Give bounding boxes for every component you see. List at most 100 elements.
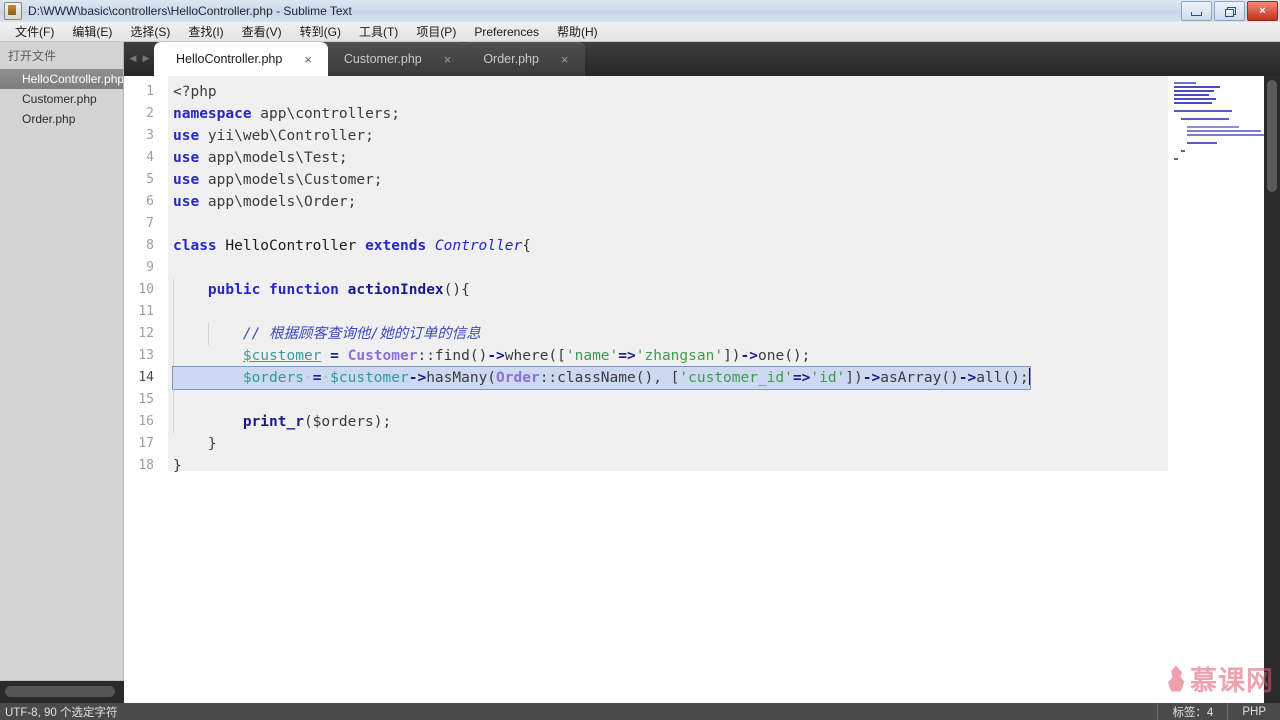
line-content: print_r($orders);	[173, 411, 391, 433]
menu-item-help[interactable]: 帮助(H)	[548, 21, 607, 42]
status-syntax[interactable]: PHP	[1227, 703, 1280, 720]
sidebar-scrollbar-thumb[interactable]	[5, 686, 115, 697]
maximize-icon	[1224, 6, 1236, 17]
menu-item-project[interactable]: 项目(P)	[407, 21, 465, 42]
text-cursor	[1028, 368, 1030, 385]
token-variable-orders: $orders	[242, 370, 304, 386]
token-class-keyword: class	[173, 238, 217, 254]
token-class-customer: Customer	[347, 348, 418, 364]
line-number: 10	[138, 282, 154, 297]
code-line: 6 use app\models\Order;	[124, 191, 1280, 213]
line-number: 14	[138, 370, 154, 385]
token-public-keyword: public	[207, 282, 261, 298]
status-tab-size[interactable]: 标签：4	[1157, 703, 1227, 720]
menu-item-view[interactable]: 查看(V)	[233, 21, 291, 42]
token-all-call: all();	[976, 370, 1029, 386]
tab-hellocontroller[interactable]: HelloController.php ×	[154, 42, 328, 76]
code-line: 12 // 根据顾客查询他/她的订单的信息	[124, 323, 1280, 345]
token-fat-arrow: =>	[618, 348, 636, 364]
tab-next-icon[interactable]: ▶	[141, 52, 151, 64]
line-number: 16	[138, 414, 154, 429]
sidebar-item-customer[interactable]: Customer.php	[0, 89, 123, 109]
token-use-keyword: use	[173, 172, 200, 188]
sidebar-item-order[interactable]: Order.php	[0, 109, 123, 129]
line-number: 3	[146, 128, 154, 143]
token-extends-keyword: extends	[365, 238, 427, 254]
line-number: 18	[138, 458, 154, 473]
code-editor[interactable]: 1 <?php 2 namespace app\controllers; 3 u…	[124, 76, 1280, 703]
code-line: 4 use app\models\Test;	[124, 147, 1280, 169]
status-encoding-selection: UTF-8, 90 个选定字符	[5, 706, 118, 719]
flame-icon	[1168, 665, 1185, 692]
line-number: 1	[146, 84, 154, 99]
line-content: $customer = Customer::find()->where(['na…	[173, 345, 811, 367]
tab-prev-icon[interactable]: ◀	[128, 52, 138, 64]
token-brace-close-inner: }	[207, 436, 217, 452]
code-line-selected: 14 $orders·=·$customer->hasMany(Order::c…	[124, 367, 1280, 389]
tab-label: Customer.php	[343, 52, 422, 66]
token-string-id: 'id'	[810, 370, 846, 386]
minimap[interactable]	[1168, 76, 1264, 703]
token-class-order: Order	[496, 370, 540, 386]
token-close-hasmany: ])	[845, 370, 863, 386]
line-number: 17	[138, 436, 154, 451]
token-string-customer-id: 'customer_id'	[679, 370, 793, 386]
token-use-keyword: use	[173, 128, 200, 144]
tab-close-icon[interactable]: ×	[444, 53, 452, 66]
menu-item-tools[interactable]: 工具(T)	[350, 21, 407, 42]
sidebar-horizontal-scrollbar[interactable]	[0, 680, 124, 703]
token-print-r: print_r	[242, 414, 304, 430]
status-right-group: 标签：4 PHP	[1157, 703, 1280, 720]
maximize-button[interactable]	[1214, 1, 1245, 21]
tab-order[interactable]: Order.php ×	[461, 42, 585, 76]
line-content: use yii\web\Controller;	[173, 125, 374, 147]
menu-item-goto[interactable]: 转到(G)	[291, 21, 350, 42]
tab-list: HelloController.php × Customer.php × Ord…	[154, 42, 585, 76]
line-number: 11	[138, 304, 154, 319]
line-number: 13	[138, 348, 154, 363]
line-content: // 根据顾客查询他/她的订单的信息	[173, 323, 481, 345]
close-button[interactable]: ×	[1247, 1, 1278, 21]
minimize-button[interactable]	[1181, 1, 1212, 21]
tab-label: Order.php	[483, 52, 539, 66]
token-print-r-args: ($orders);	[303, 414, 392, 430]
window-title: D:\WWW\basic\controllers\HelloController…	[28, 4, 352, 18]
tab-label: HelloController.php	[176, 52, 283, 66]
menu-item-selection[interactable]: 选择(S)	[121, 21, 179, 42]
tab-customer[interactable]: Customer.php ×	[321, 42, 468, 76]
token-brace-open: {	[522, 238, 531, 254]
minimize-icon	[1191, 11, 1202, 16]
line-number: 7	[146, 216, 154, 231]
line-content: use app\models\Customer;	[173, 169, 383, 191]
menu-item-preferences[interactable]: Preferences	[465, 23, 548, 41]
token-where-call: where([	[504, 348, 566, 364]
menu-item-file[interactable]: 文件(F)	[6, 21, 63, 42]
tab-close-icon[interactable]: ×	[304, 53, 312, 66]
token-php-open: <?php	[173, 84, 217, 100]
title-bar: D:\WWW\basic\controllers\HelloController…	[0, 0, 1280, 23]
code-line: 9	[124, 257, 1280, 279]
token-assign: =	[330, 348, 339, 364]
token-use-value: app\models\Test;	[199, 150, 348, 166]
token-method-name: actionIndex	[347, 282, 444, 298]
token-use-value: yii\web\Controller;	[199, 128, 374, 144]
line-number: 5	[146, 172, 154, 187]
vertical-scrollbar-thumb[interactable]	[1267, 80, 1277, 192]
token-find-call: ::find()	[417, 348, 488, 364]
code-lines: 1 <?php 2 namespace app\controllers; 3 u…	[124, 81, 1280, 477]
tab-close-icon[interactable]: ×	[561, 53, 569, 66]
line-content: $orders·=·$customer->hasMany(Order::clas…	[173, 367, 1030, 389]
line-content: use app\models\Test;	[173, 147, 348, 169]
sidebar-item-hellocontroller[interactable]: HelloController.php	[0, 69, 123, 89]
line-content: }	[173, 455, 182, 477]
token-namespace-keyword: namespace	[173, 106, 252, 122]
menu-bar: 文件(F) 编辑(E) 选择(S) 查找(I) 查看(V) 转到(G) 工具(T…	[0, 22, 1280, 42]
editor-vertical-scrollbar[interactable]	[1264, 76, 1280, 703]
line-number: 6	[146, 194, 154, 209]
token-use-value: app\models\Order;	[199, 194, 357, 210]
tab-bar: ◀ ▶ HelloController.php × Customer.php ×…	[124, 42, 1280, 76]
sublime-text-window: D:\WWW\basic\controllers\HelloController…	[0, 0, 1280, 720]
menu-item-edit[interactable]: 编辑(E)	[63, 21, 121, 42]
code-line: 10 public function actionIndex(){	[124, 279, 1280, 301]
menu-item-find[interactable]: 查找(I)	[179, 21, 232, 42]
